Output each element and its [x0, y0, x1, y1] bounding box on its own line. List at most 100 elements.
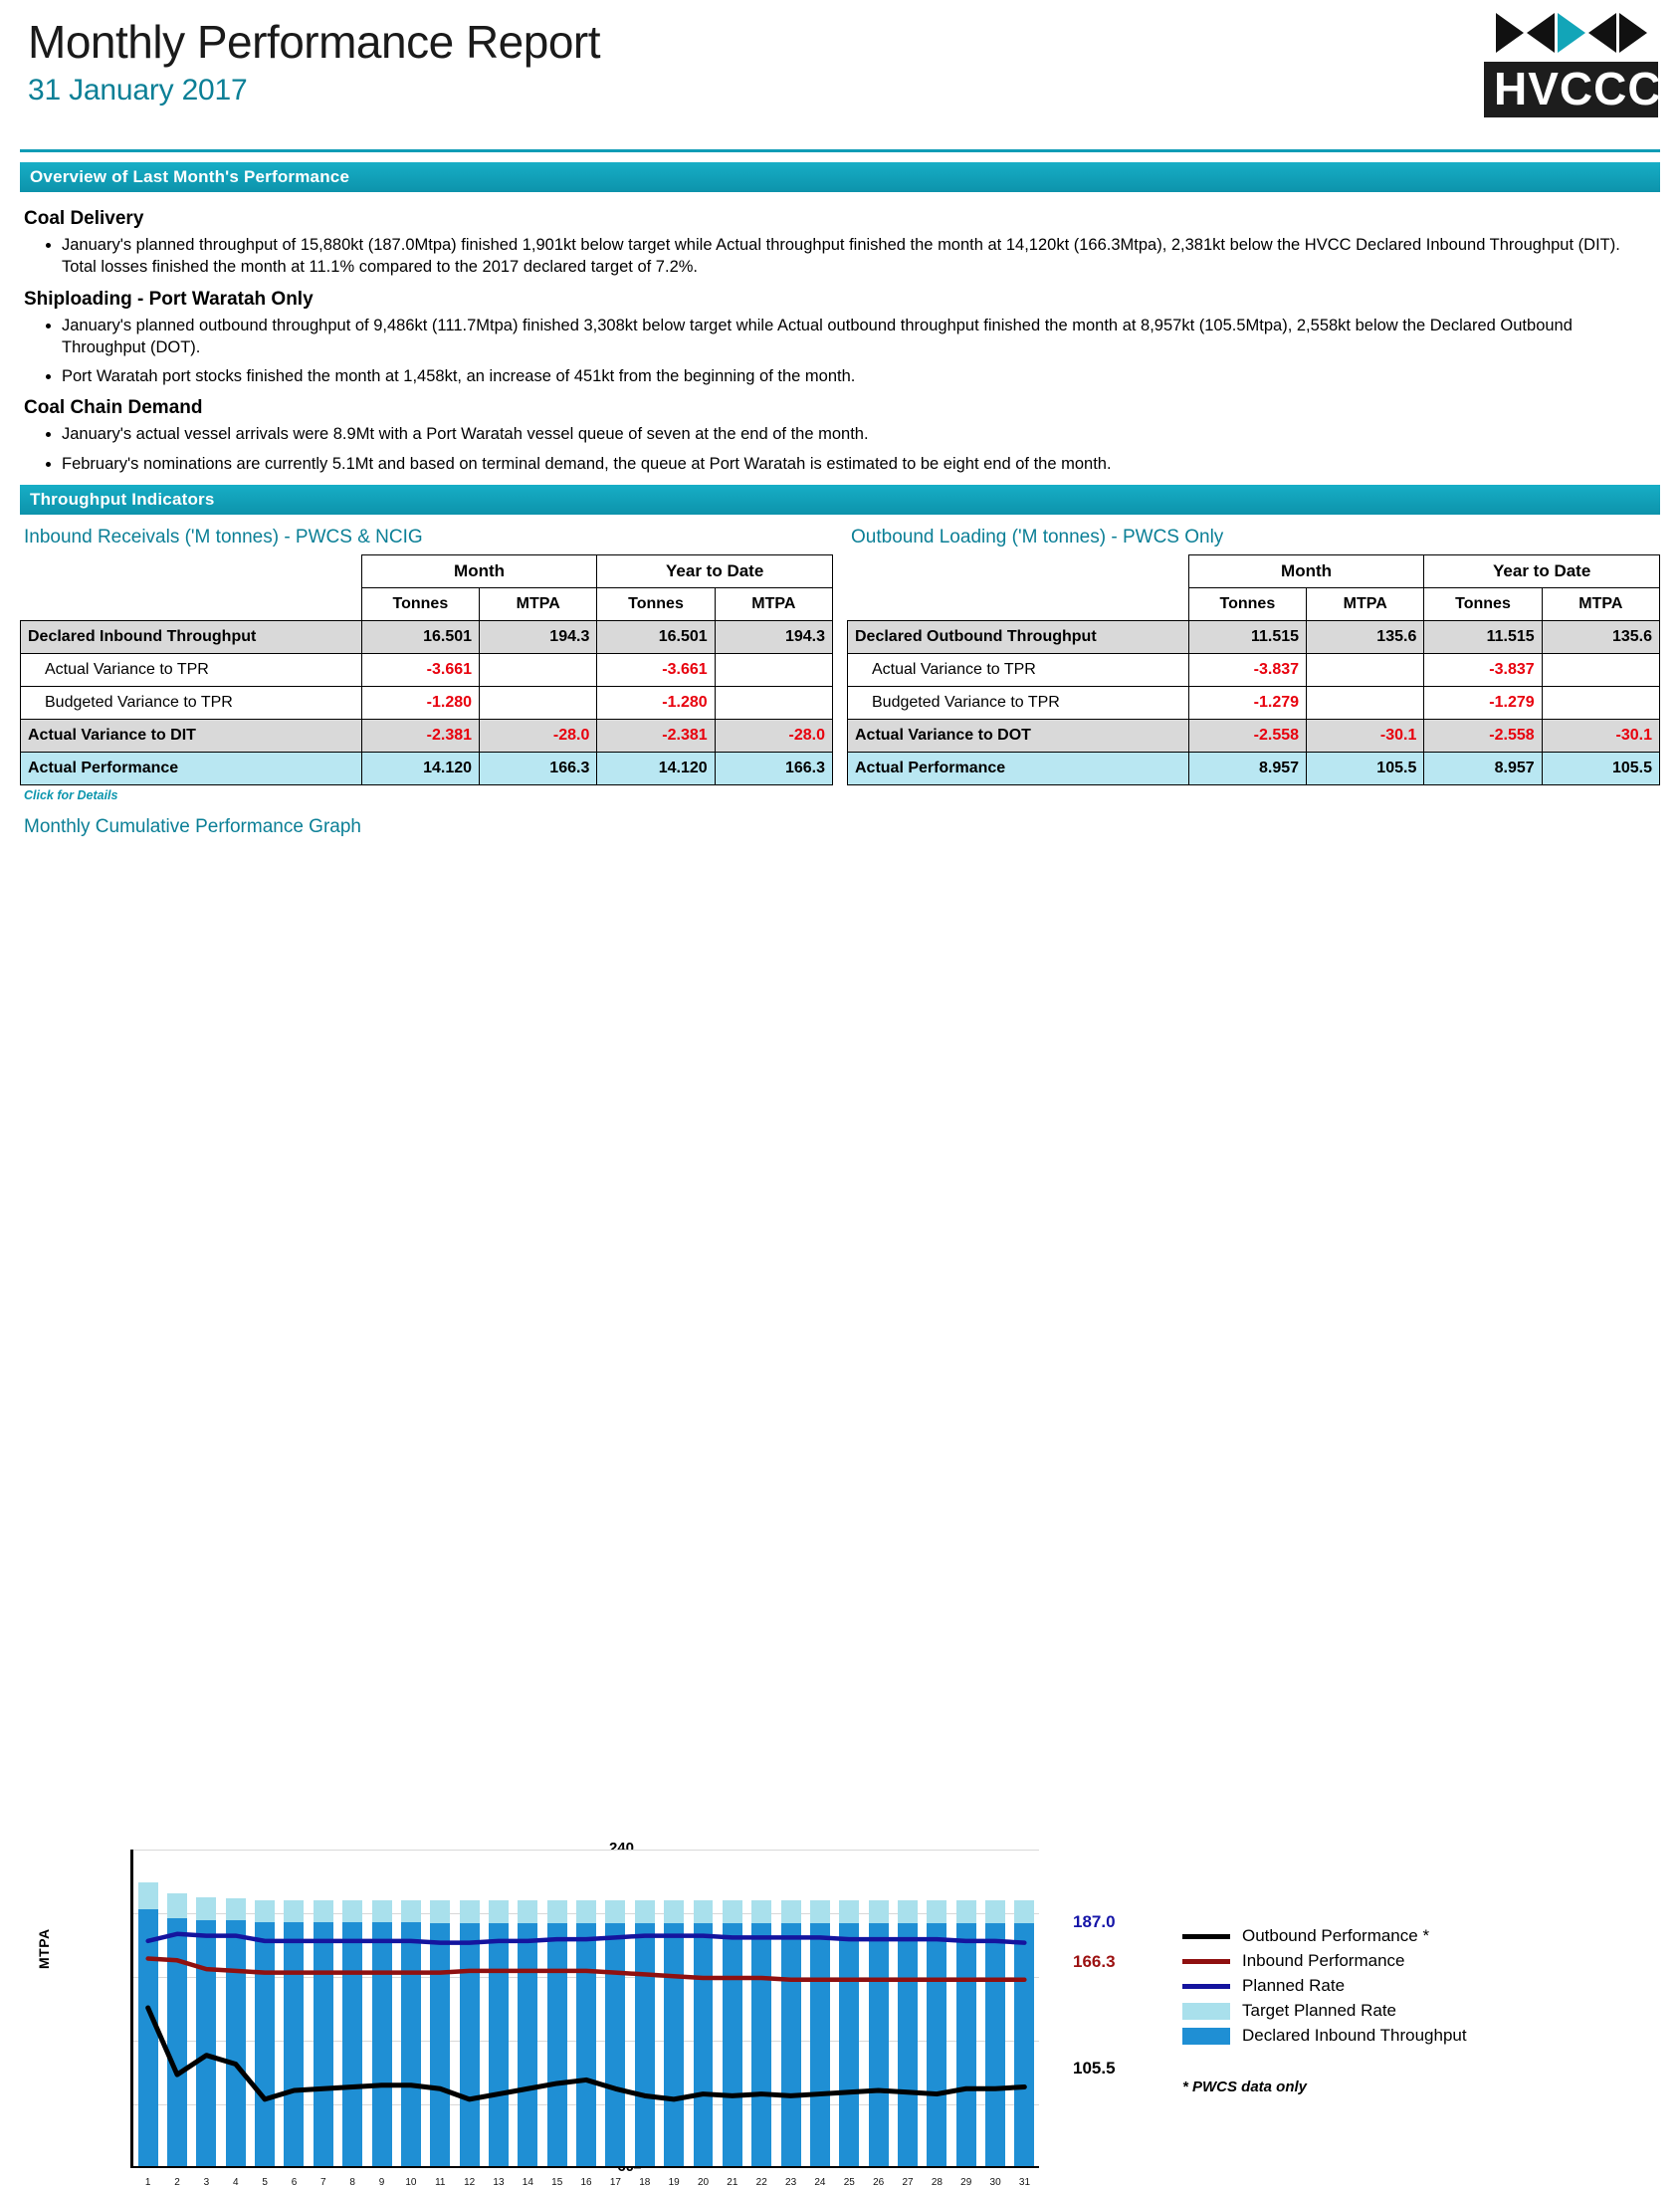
data-cell: 14.120 — [360, 751, 481, 785]
x-axis-tick-label: 11 — [435, 2176, 446, 2188]
spacer-cell — [848, 554, 1189, 587]
x-axis-tick-label: 22 — [755, 2176, 767, 2188]
inbound-table-title: Inbound Receivals ('M tonnes) - PWCS & N… — [24, 526, 423, 547]
overview-section-header: Overview of Last Month's Performance — [20, 162, 1660, 192]
spacer-cell — [21, 587, 362, 620]
x-axis-tick-label: 12 — [464, 2176, 476, 2188]
row-label: Actual Performance — [847, 751, 1189, 785]
table-row: Budgeted Variance to TPR -1.280 -1.280 — [20, 685, 834, 720]
outbound-table: Month Year to Date Tonnes MTPA Tonnes MTPA Dec… — [847, 553, 1661, 785]
outbound-end-label: 105.5 — [1073, 2058, 1116, 2078]
outbound-table-title: Outbound Loading ('M tonnes) - PWCS Only — [851, 526, 1224, 547]
x-axis-tick-label: 10 — [405, 2176, 417, 2188]
column-header: MTPA — [479, 586, 598, 621]
x-axis-tick-label: 30 — [989, 2176, 1001, 2188]
x-axis-tick-label: 13 — [493, 2176, 505, 2188]
overview-body: Coal Delivery January's planned throughpu… — [0, 192, 1680, 475]
data-cell: -2.558 — [1187, 718, 1308, 753]
line-inbound-performance — [148, 1958, 1025, 1979]
column-group-header: Month — [360, 553, 598, 588]
data-cell: -2.381 — [360, 718, 481, 753]
data-cell: -2.558 — [1423, 718, 1543, 753]
logo-wordmark: HVCCC — [1494, 63, 1662, 114]
data-cell: 11.515 — [1423, 619, 1543, 654]
data-cell: -30.1 — [1541, 718, 1661, 753]
x-axis-tick-label: 3 — [203, 2176, 210, 2188]
legend-item: Outbound Performance * — [1182, 1924, 1630, 1949]
data-cell: 194.3 — [714, 619, 834, 654]
data-cell: -3.837 — [1187, 652, 1308, 687]
logo-arrows — [1484, 10, 1658, 56]
header-divider — [20, 149, 1660, 152]
line-outbound-performance — [148, 2008, 1025, 2099]
table-row: Actual Variance to TPR -3.837 -3.837 — [847, 652, 1661, 687]
legend-swatch — [1182, 1983, 1230, 1989]
row-label: Budgeted Variance to TPR — [847, 685, 1189, 720]
y-axis-label: MTPA — [36, 1928, 52, 1969]
overview-bullet-list: January's planned outbound throughput of… — [24, 315, 1656, 388]
column-header: Tonnes — [596, 586, 716, 621]
data-cell: 16.501 — [596, 619, 716, 654]
chart-footnote: * PWCS data only — [1182, 2078, 1308, 2095]
table-row: Actual Performance 14.120 166.3 14.120 166.3 — [20, 751, 834, 785]
table-row: Actual Variance to TPR -3.661 -3.661 — [20, 652, 834, 687]
x-axis-tick-label: 8 — [349, 2176, 355, 2188]
legend-label: Planned Rate — [1242, 1976, 1346, 1996]
x-axis-tick-label: 31 — [1018, 2176, 1031, 2188]
row-label: Actual Variance to DOT — [847, 718, 1189, 753]
data-cell: 8.957 — [1423, 751, 1543, 785]
x-axis-tick-label: 18 — [639, 2176, 651, 2188]
outbound-table-block: Outbound Loading ('M tonnes) - PWCS Only… — [847, 519, 1661, 802]
hvccc-logo: HVCCC — [1484, 10, 1662, 117]
data-cell — [1541, 652, 1661, 687]
column-header: MTPA — [1541, 586, 1661, 621]
overview-bullet-list: January's planned throughput of 15,880kt… — [24, 234, 1656, 279]
data-cell: -1.280 — [596, 685, 716, 720]
inbound-table: Month Year to Date Tonnes MTPA Tonnes MTPA Dec… — [20, 553, 834, 785]
column-group-header: Year to Date — [596, 553, 833, 588]
table-header-group: Month Year to Date — [848, 553, 1660, 588]
x-axis-tick-label: 23 — [785, 2176, 797, 2188]
row-label: Declared Inbound Throughput — [20, 619, 362, 654]
line-planned-rate — [148, 1934, 1025, 1943]
chart-title: Monthly Cumulative Performance Graph — [24, 815, 361, 837]
x-axis-tick-label: 15 — [551, 2176, 563, 2188]
x-axis-tick-label: 16 — [580, 2176, 592, 2188]
data-cell: -30.1 — [1306, 718, 1425, 753]
performance-chart: MTPA 6096132168204240 123456789101112131… — [0, 844, 1680, 2188]
triangle-right-icon — [1495, 13, 1524, 53]
data-cell: 105.5 — [1306, 751, 1425, 785]
table-header-group: Month Year to Date — [21, 553, 833, 588]
x-axis-tick-label: 28 — [931, 2176, 943, 2188]
data-cell: -2.381 — [596, 718, 716, 753]
column-header: Tonnes — [1187, 586, 1308, 621]
data-cell — [1541, 685, 1661, 720]
table-row: Actual Variance to DIT -2.381 -28.0 -2.381-… — [20, 718, 834, 753]
legend-swatch — [1182, 1933, 1230, 1939]
overview-bullet: February's nominations are currently 5.1… — [62, 453, 1656, 475]
page-title: Monthly Performance Report — [28, 16, 601, 68]
x-axis-tick-label: 19 — [668, 2176, 680, 2188]
x-axis-tick-label: 29 — [960, 2176, 972, 2188]
data-cell: -28.0 — [479, 718, 598, 753]
x-axis-tick-label: 9 — [378, 2176, 385, 2188]
triangle-left-icon — [1526, 13, 1555, 53]
row-label: Budgeted Variance to TPR — [20, 685, 362, 720]
x-axis-tick-label: 2 — [174, 2176, 180, 2188]
y-axis-minor-tick — [634, 2167, 641, 2169]
legend-swatch — [1182, 2002, 1230, 2020]
data-cell: -28.0 — [714, 718, 834, 753]
click-for-details-link[interactable]: Click for Details — [24, 788, 833, 802]
legend-label: Outbound Performance * — [1242, 1926, 1430, 1946]
report-date: 31 January 2017 — [28, 74, 248, 108]
data-cell: 11.515 — [1187, 619, 1308, 654]
overview-bullet: January's actual vessel arrivals were 8.… — [62, 423, 1656, 445]
legend-swatch — [1182, 2027, 1230, 2045]
plot-area: 1 2 3 4 5 6 7 8 9 10 11 12 13 14 15 16 17 18 19 20 21 22 23 24 2… — [130, 1849, 1039, 2188]
table-row: Declared Inbound Throughput 16.501 194.3 16… — [20, 619, 834, 654]
x-axis-tick-label: 7 — [320, 2176, 326, 2188]
x-axis-tick-label: 20 — [697, 2176, 710, 2188]
x-axis-tick-label: 21 — [727, 2176, 738, 2188]
x-axis-tick-label: 6 — [291, 2176, 298, 2188]
legend-label: Inbound Performance — [1242, 1951, 1405, 1971]
